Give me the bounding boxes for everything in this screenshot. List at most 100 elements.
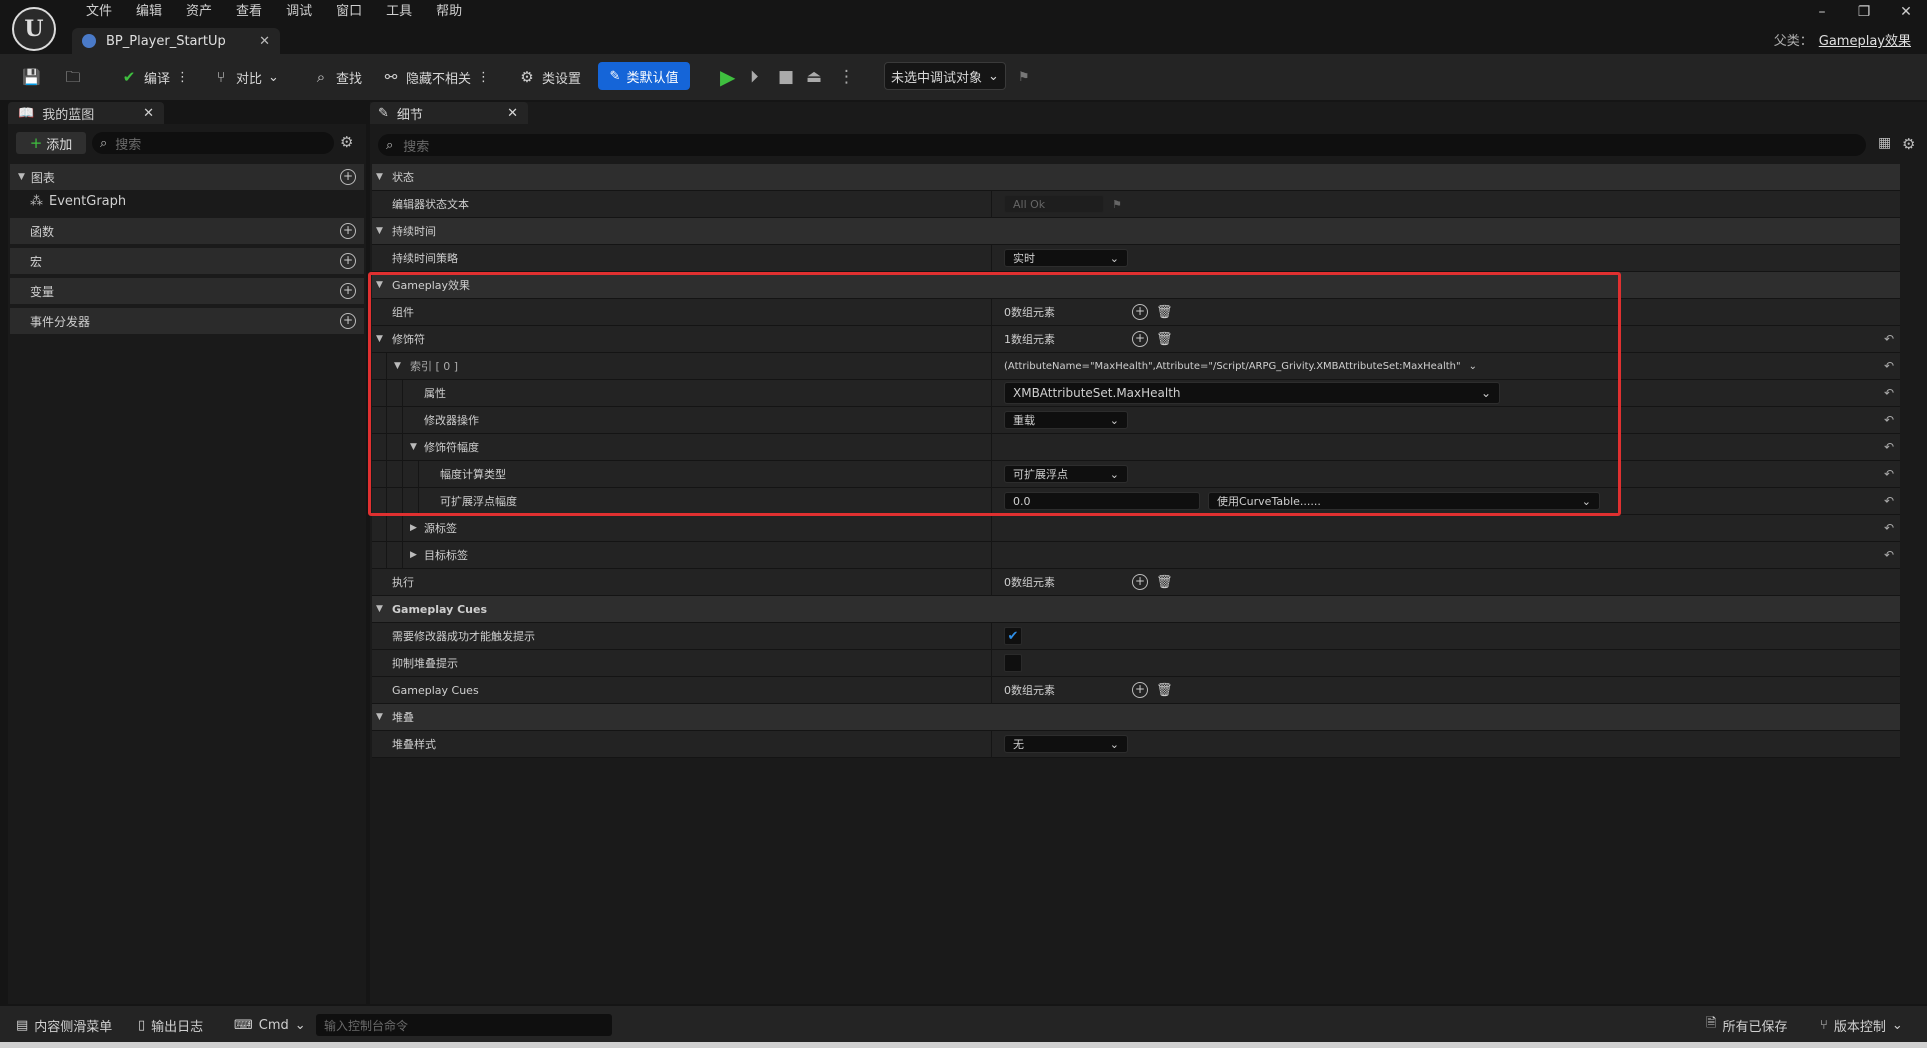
my-blueprint-search-input[interactable]: ⌕ 搜索 <box>92 132 334 154</box>
gear-icon[interactable]: ⚙ <box>340 133 353 151</box>
asset-tab[interactable]: BP_Player_StartUp ✕ <box>72 28 280 54</box>
row-suppress-stacking-cues: 抑制堆叠提示 <box>372 650 1900 677</box>
my-blueprint-tab[interactable]: 📖 我的蓝图 ✕ <box>8 102 164 124</box>
hide-unrelated-button[interactable]: ⚯ 隐藏不相关 ⋮ <box>382 64 490 90</box>
find-icon: ⌕ <box>316 68 326 86</box>
menu-file[interactable]: 文件 <box>74 2 124 22</box>
trash-icon[interactable]: 🗑 <box>1156 575 1173 590</box>
category-state[interactable]: ▼ 状态 <box>372 164 1900 191</box>
compile-label: 编译 <box>144 71 171 87</box>
chevron-down-icon: ⌄ <box>294 1017 306 1033</box>
content-drawer-icon: ▤ <box>16 1017 29 1033</box>
reset-to-default-icon[interactable]: ↶ <box>1884 386 1894 400</box>
menu-help[interactable]: 帮助 <box>424 2 474 22</box>
unreal-logo-icon[interactable]: U <box>12 7 56 51</box>
reset-to-default-icon[interactable]: ↶ <box>1884 467 1894 481</box>
close-tab-icon[interactable]: ✕ <box>507 106 518 121</box>
diff-label: 对比 <box>236 71 263 87</box>
require-modifier-success-checkbox[interactable]: ✔ <box>1004 627 1022 645</box>
all-saved-button[interactable]: 🗎 所有已保存 <box>1706 1014 1787 1036</box>
reset-to-default-icon[interactable]: ↶ <box>1884 332 1894 346</box>
step-icon[interactable]: ⏵ <box>750 64 759 90</box>
reset-to-default-icon[interactable]: ↶ <box>1884 413 1894 427</box>
stacking-type-dropdown[interactable]: 无 ⌄ <box>1004 735 1128 753</box>
class-settings-button[interactable]: ⚙ 类设置 <box>518 64 581 90</box>
content-drawer-button[interactable]: ▤ 内容侧滑菜单 <box>16 1014 112 1036</box>
category-stacking[interactable]: ▼ 堆叠 <box>372 704 1900 731</box>
add-label: 添加 <box>46 137 73 153</box>
section-event-dispatchers[interactable]: 事件分发器 + <box>10 308 364 334</box>
output-log-icon: ▯ <box>138 1017 146 1033</box>
find-button[interactable]: ⌕ 查找 <box>312 64 362 90</box>
menu-asset[interactable]: 资产 <box>174 2 224 22</box>
menu-view[interactable]: 查看 <box>224 2 274 22</box>
menu-debug[interactable]: 调试 <box>274 2 324 22</box>
suppress-stacking-cues-checkbox[interactable] <box>1004 654 1022 672</box>
add-circle-icon[interactable]: + <box>340 169 356 185</box>
parent-class: 父类： Gameplay效果 <box>1774 30 1911 49</box>
diff-button[interactable]: ⑂ 对比 ⌄ <box>212 64 278 90</box>
gameplay-cues-value: 0数组元素 <box>1004 684 1055 697</box>
add-circle-icon[interactable]: + <box>340 223 356 239</box>
menu-window[interactable]: 窗口 <box>324 2 374 22</box>
stop-icon[interactable]: ■ <box>778 64 794 90</box>
hide-options-icon[interactable]: ⋮ <box>477 70 490 85</box>
trash-icon[interactable]: 🗑 <box>1156 683 1173 698</box>
menu-edit[interactable]: 编辑 <box>124 2 174 22</box>
save-button[interactable]: 💾 <box>22 64 41 90</box>
grid-view-icon[interactable]: ▦ <box>1878 135 1891 151</box>
section-graphs[interactable]: ▼ 图表 + <box>10 164 364 190</box>
pencil-icon: ✎ <box>609 68 621 84</box>
category-gameplay-cues[interactable]: ▼ Gameplay Cues <box>372 596 1900 623</box>
section-macros[interactable]: 宏 + <box>10 248 364 274</box>
all-saved-label: 所有已保存 <box>1722 1019 1788 1035</box>
reset-to-default-icon[interactable]: ↶ <box>1884 440 1894 454</box>
cmd-select[interactable]: ⌨ Cmd ⌄ <box>234 1014 306 1036</box>
reset-to-default-icon[interactable]: ↶ <box>1884 494 1894 508</box>
add-circle-icon[interactable]: + <box>340 253 356 269</box>
compile-button[interactable]: ✔ 编译 ⋮ <box>120 64 189 90</box>
debug-filter-icon[interactable]: ⚑ <box>1018 64 1030 90</box>
event-graph-item[interactable]: ⁂ EventGraph <box>30 194 126 209</box>
details-search-input[interactable]: ⌕ 搜索 <box>378 134 1866 156</box>
console-command-input[interactable]: 输入控制台命令 <box>316 1014 612 1036</box>
compile-options-icon[interactable]: ⋮ <box>176 70 189 85</box>
close-tab-icon[interactable]: ✕ <box>259 34 270 49</box>
parent-class-link[interactable]: Gameplay效果 <box>1819 34 1911 49</box>
close-window-icon[interactable]: ✕ <box>1892 2 1920 22</box>
reset-to-default-icon[interactable]: ↶ <box>1884 548 1894 562</box>
section-event-dispatchers-label: 事件分发器 <box>30 314 91 329</box>
add-circle-icon[interactable]: + <box>340 313 356 329</box>
play-icon[interactable]: ▶ <box>720 64 735 90</box>
output-log-button[interactable]: ▯ 输出日志 <box>138 1014 203 1036</box>
eject-icon[interactable]: ⏏ <box>806 64 822 90</box>
minimize-icon[interactable]: – <box>1808 2 1836 22</box>
row-target-tags[interactable]: ▶ 目标标签 ↶ <box>372 542 1900 569</box>
source-control-button[interactable]: ⑂ 版本控制 ⌄ <box>1820 1014 1903 1036</box>
debug-object-label: 未选中调试对象 <box>891 70 983 86</box>
row-source-tags[interactable]: ▶ 源标签 ↶ <box>372 515 1900 542</box>
menu-tools[interactable]: 工具 <box>374 2 424 22</box>
gear-icon[interactable]: ⚙ <box>1902 135 1915 153</box>
add-circle-icon[interactable]: + <box>340 283 356 299</box>
class-defaults-button[interactable]: ✎ 类默认值 <box>598 62 690 90</box>
save-all-icon: 🗎 <box>1706 1016 1717 1031</box>
find-label: 查找 <box>336 71 363 87</box>
details-tab[interactable]: ✎ 细节 ✕ <box>370 102 528 124</box>
browse-button[interactable]: 🗀 <box>64 64 82 90</box>
add-element-icon[interactable]: + <box>1132 574 1148 590</box>
section-variables[interactable]: 变量 + <box>10 278 364 304</box>
plus-icon: + <box>29 134 43 152</box>
close-tab-icon[interactable]: ✕ <box>143 106 154 121</box>
reset-to-default-icon[interactable]: ↶ <box>1884 521 1894 535</box>
section-functions[interactable]: 函数 + <box>10 218 364 244</box>
add-element-icon[interactable]: + <box>1132 682 1148 698</box>
play-options-icon[interactable]: ⋮ <box>838 64 855 90</box>
chevron-down-icon: ⌄ <box>1109 251 1119 265</box>
add-button[interactable]: + 添加 <box>16 132 86 154</box>
restore-icon[interactable]: ❐ <box>1850 2 1878 22</box>
reset-to-default-icon[interactable]: ↶ <box>1884 359 1894 373</box>
duration-policy-dropdown[interactable]: 实时 ⌄ <box>1004 249 1128 267</box>
category-duration[interactable]: ▼ 持续时间 <box>372 218 1900 245</box>
debug-object-select[interactable]: 未选中调试对象 ⌄ <box>884 62 1006 90</box>
